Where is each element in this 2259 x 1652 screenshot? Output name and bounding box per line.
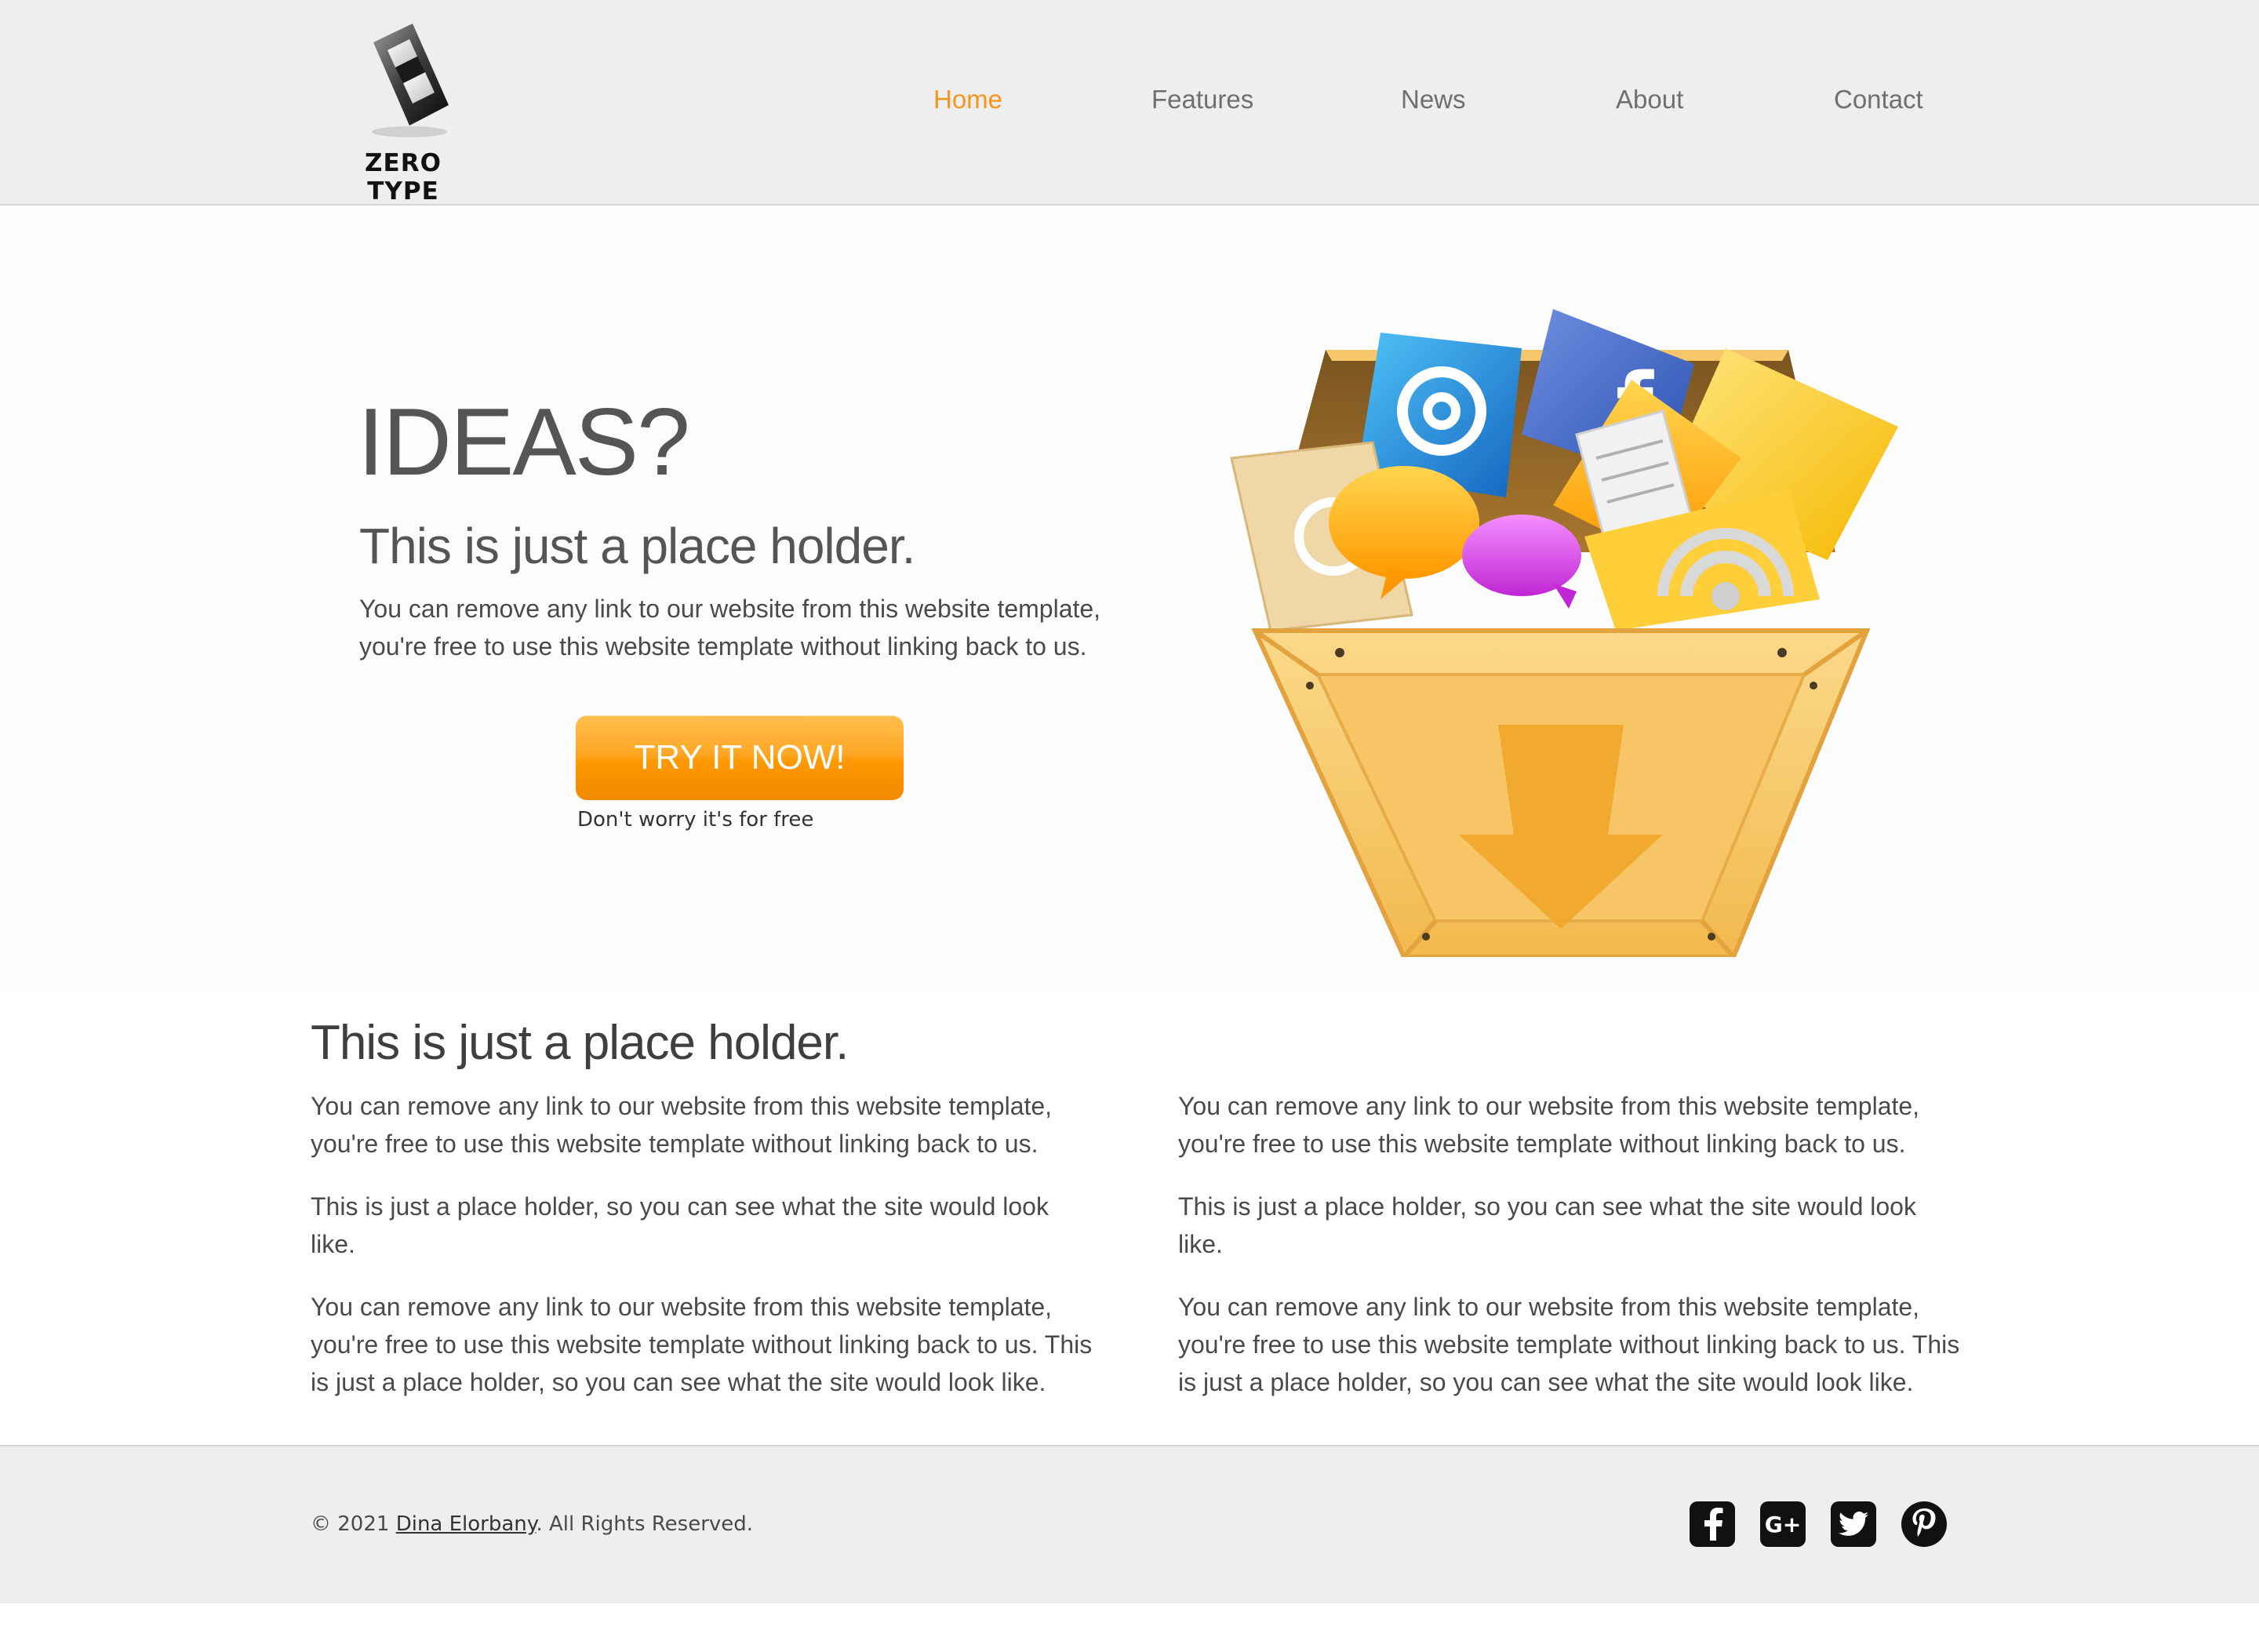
copyright-prefix: © 2021	[311, 1512, 396, 1536]
paragraph: You can remove any link to our website f…	[1178, 1092, 1920, 1158]
paragraph: You can remove any link to our website f…	[311, 1293, 1093, 1396]
hero-description-line: you're free to use this website template…	[359, 632, 1087, 660]
google-plus-icon[interactable]: G+	[1760, 1501, 1806, 1547]
facebook-icon[interactable]	[1690, 1501, 1735, 1547]
copyright-suffix: . All Rights Reserved.	[536, 1512, 754, 1536]
paragraph: This is just a place holder, so you can …	[1178, 1192, 1916, 1258]
content-column-left: You can remove any link to our website f…	[311, 1087, 1095, 1426]
hero-description: You can remove any link to our website f…	[359, 590, 1144, 665]
site-footer: © 2021 Dina Elorbany. All Rights Reserve…	[0, 1445, 2259, 1603]
nav-item-home[interactable]: Home	[933, 85, 1002, 115]
pinterest-icon[interactable]	[1901, 1501, 1947, 1547]
hero-section: IDEAS? This is just a place holder. You …	[0, 207, 2259, 992]
paragraph: This is just a place holder, so you can …	[311, 1192, 1049, 1258]
hero-title: IDEAS?	[358, 388, 690, 495]
zero-type-logo-icon	[372, 24, 449, 137]
logo-text: ZERO TYPE	[365, 149, 442, 206]
site-header: ZERO TYPE Home Features News About Conta…	[0, 0, 2259, 206]
section-title: This is just a place holder.	[311, 1016, 849, 1070]
hero-description-line: You can remove any link to our website f…	[359, 595, 1101, 623]
content-column-right: You can remove any link to our website f…	[1178, 1087, 1963, 1426]
cta-note: Don't worry it's for free	[577, 808, 814, 831]
paragraph: You can remove any link to our website f…	[1178, 1293, 1960, 1396]
hero-subtitle: This is just a place holder.	[359, 518, 915, 574]
nav-item-about[interactable]: About	[1616, 85, 1683, 115]
twitter-icon[interactable]	[1831, 1501, 1876, 1547]
nav-item-contact[interactable]: Contact	[1834, 85, 1923, 115]
download-crate-illustration: f	[1230, 309, 1898, 957]
author-link[interactable]: Dina Elorbany	[396, 1512, 537, 1536]
paragraph: You can remove any link to our website f…	[311, 1092, 1053, 1158]
nav-item-features[interactable]: Features	[1151, 85, 1253, 115]
nav-item-news[interactable]: News	[1401, 85, 1466, 115]
site-logo[interactable]: ZERO TYPE	[326, 14, 480, 206]
copyright: © 2021 Dina Elorbany. All Rights Reserve…	[311, 1512, 753, 1536]
try-it-now-button[interactable]: TRY IT NOW!	[576, 715, 904, 800]
